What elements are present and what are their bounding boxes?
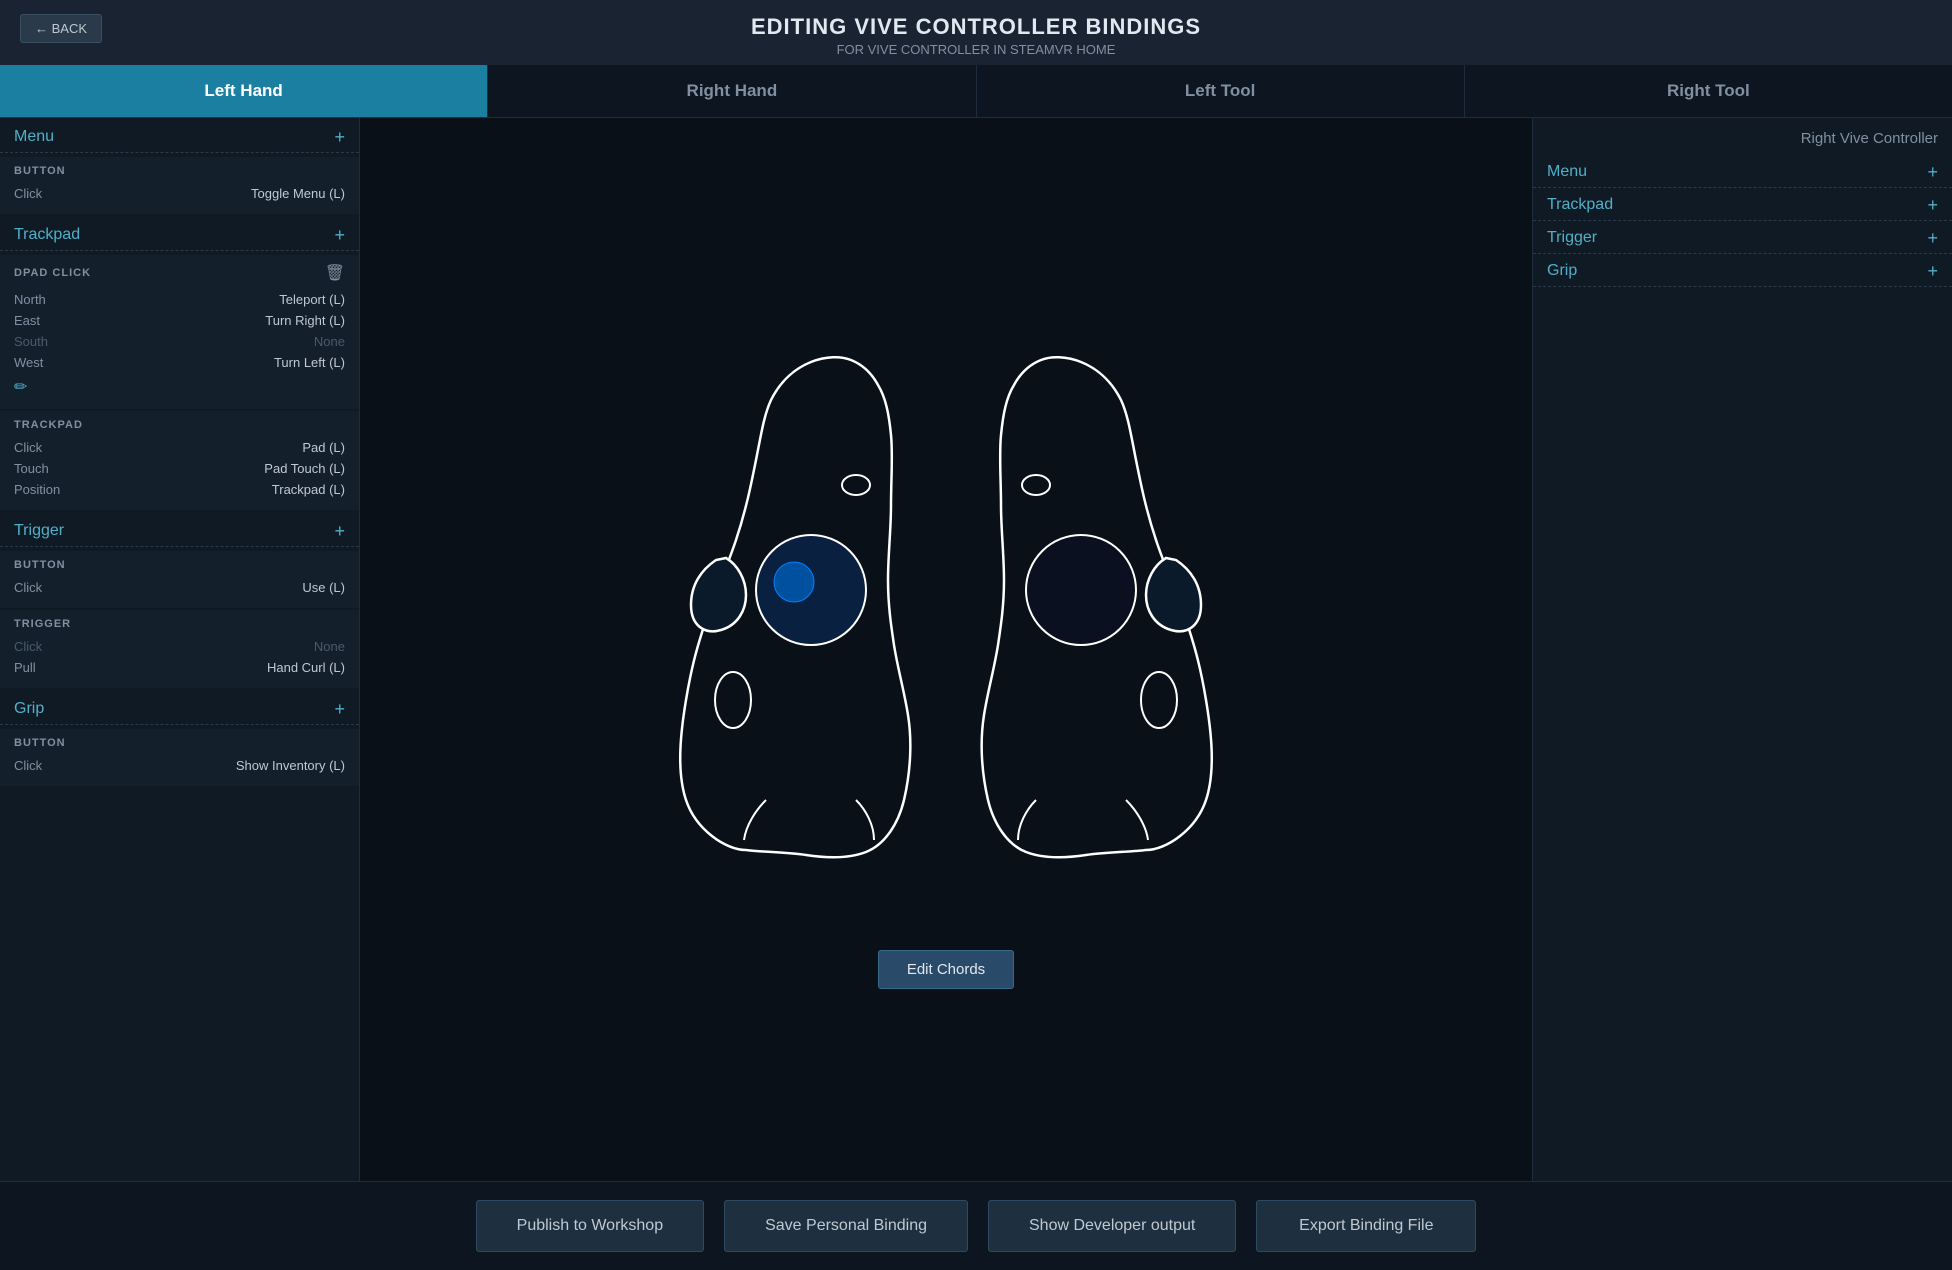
binding-value: Teleport (L) bbox=[279, 292, 345, 307]
grip-section-header: Grip + bbox=[0, 690, 359, 724]
controller-svg bbox=[626, 310, 1266, 930]
binding-value: Toggle Menu (L) bbox=[251, 186, 345, 201]
right-panel-title: Right Vive Controller bbox=[1533, 118, 1952, 155]
right-trigger-title: Trigger bbox=[1547, 229, 1597, 247]
table-row: North Teleport (L) bbox=[14, 289, 345, 310]
tab-right-tool[interactable]: Right Tool bbox=[1465, 65, 1952, 117]
footer: Publish to Workshop Save Personal Bindin… bbox=[0, 1181, 1952, 1270]
tab-left-tool[interactable]: Left Tool bbox=[977, 65, 1465, 117]
binding-value: None bbox=[314, 639, 345, 654]
grip-section-title: Grip bbox=[14, 700, 44, 718]
right-trigger-add-button[interactable]: + bbox=[1927, 229, 1938, 247]
tab-right-hand[interactable]: Right Hand bbox=[488, 65, 976, 117]
dpad-click-label: DPAD CLICK 🗑 bbox=[14, 263, 345, 283]
trigger-group: TRIGGER Click None Pull Hand Curl (L) bbox=[0, 610, 359, 688]
binding-value: Show Inventory (L) bbox=[236, 758, 345, 773]
right-menu-title: Menu bbox=[1547, 163, 1587, 181]
binding-value: Trackpad (L) bbox=[272, 482, 345, 497]
right-grip-add-button[interactable]: + bbox=[1927, 262, 1938, 280]
export-binding-file-button[interactable]: Export Binding File bbox=[1256, 1200, 1476, 1252]
back-button[interactable]: ← BACK bbox=[20, 14, 102, 43]
binding-key: Touch bbox=[14, 461, 49, 476]
trigger-section-header: Trigger + bbox=[0, 512, 359, 546]
binding-key: Pull bbox=[14, 660, 36, 675]
left-panel: Menu + BUTTON Click Toggle Menu (L) Trac… bbox=[0, 118, 360, 1181]
menu-section-header: Menu + bbox=[0, 118, 359, 152]
binding-key: West bbox=[14, 355, 43, 370]
right-grip-section: Grip + bbox=[1533, 254, 1952, 287]
grip-add-button[interactable]: + bbox=[334, 700, 345, 718]
edit-pencil-icon[interactable]: ✏ bbox=[14, 379, 27, 396]
show-developer-output-button[interactable]: Show Developer output bbox=[988, 1200, 1236, 1252]
page-header: ← BACK EDITING VIVE CONTROLLER BINDINGS … bbox=[0, 0, 1952, 65]
menu-button-group: BUTTON Click Toggle Menu (L) bbox=[0, 157, 359, 214]
binding-key: Click bbox=[14, 639, 42, 654]
right-menu-section: Menu + bbox=[1533, 155, 1952, 188]
right-menu-add-button[interactable]: + bbox=[1927, 163, 1938, 181]
menu-button-label: BUTTON bbox=[14, 165, 345, 177]
binding-key: Click bbox=[14, 758, 42, 773]
binding-value: Use (L) bbox=[302, 580, 345, 595]
binding-value: Pad (L) bbox=[302, 440, 345, 455]
grip-button-group: BUTTON Click Show Inventory (L) bbox=[0, 729, 359, 786]
grip-button-label: BUTTON bbox=[14, 737, 345, 749]
page-title: EDITING VIVE CONTROLLER BINDINGS bbox=[0, 14, 1952, 40]
right-trackpad-section: Trackpad + bbox=[1533, 188, 1952, 221]
binding-value: None bbox=[314, 334, 345, 349]
dpad-delete-button[interactable]: 🗑 bbox=[325, 263, 345, 283]
controller-image-container bbox=[626, 310, 1266, 930]
binding-key: Position bbox=[14, 482, 60, 497]
table-row: Click Pad (L) bbox=[14, 437, 345, 458]
binding-key: Click bbox=[14, 580, 42, 595]
trackpad-group: TRACKPAD Click Pad (L) Touch Pad Touch (… bbox=[0, 411, 359, 510]
tab-left-hand[interactable]: Left Hand bbox=[0, 65, 488, 117]
binding-key: North bbox=[14, 292, 46, 307]
table-row: Click Show Inventory (L) bbox=[14, 755, 345, 776]
binding-key: East bbox=[14, 313, 40, 328]
right-trackpad-title: Trackpad bbox=[1547, 196, 1613, 214]
table-row: Pull Hand Curl (L) bbox=[14, 657, 345, 678]
page-subtitle: FOR VIVE CONTROLLER IN STEAMVR HOME bbox=[0, 42, 1952, 57]
publish-workshop-button[interactable]: Publish to Workshop bbox=[476, 1200, 704, 1252]
binding-value: Turn Left (L) bbox=[274, 355, 345, 370]
binding-value: Hand Curl (L) bbox=[267, 660, 345, 675]
trigger-section-title: Trigger bbox=[14, 522, 64, 540]
right-grip-title: Grip bbox=[1547, 262, 1577, 280]
table-row: Click Use (L) bbox=[14, 577, 345, 598]
binding-value: Pad Touch (L) bbox=[264, 461, 345, 476]
trigger-button-label: BUTTON bbox=[14, 559, 345, 571]
binding-value: Turn Right (L) bbox=[265, 313, 345, 328]
table-row: Click Toggle Menu (L) bbox=[14, 183, 345, 204]
menu-section-title: Menu bbox=[14, 128, 54, 146]
table-row: West Turn Left (L) bbox=[14, 352, 345, 373]
binding-key: Click bbox=[14, 186, 42, 201]
right-trackpad-add-button[interactable]: + bbox=[1927, 196, 1938, 214]
menu-add-button[interactable]: + bbox=[334, 128, 345, 146]
trigger-button-group: BUTTON Click Use (L) bbox=[0, 551, 359, 608]
trackpad-section-header: Trackpad + bbox=[0, 216, 359, 250]
table-row: Click None bbox=[14, 636, 345, 657]
binding-key: Click bbox=[14, 440, 42, 455]
trackpad-section-title: Trackpad bbox=[14, 226, 80, 244]
table-row: Position Trackpad (L) bbox=[14, 479, 345, 500]
trigger-add-button[interactable]: + bbox=[334, 522, 345, 540]
dpad-click-group: DPAD CLICK 🗑 North Teleport (L) East Tur… bbox=[0, 255, 359, 409]
edit-icon-row: ✏ bbox=[14, 373, 345, 399]
right-trigger-section: Trigger + bbox=[1533, 221, 1952, 254]
table-row: East Turn Right (L) bbox=[14, 310, 345, 331]
table-row: South None bbox=[14, 331, 345, 352]
right-panel: Right Vive Controller Menu + Trackpad + … bbox=[1532, 118, 1952, 1181]
trackpad-add-button[interactable]: + bbox=[334, 226, 345, 244]
main-content: Menu + BUTTON Click Toggle Menu (L) Trac… bbox=[0, 118, 1952, 1181]
table-row: Touch Pad Touch (L) bbox=[14, 458, 345, 479]
save-personal-binding-button[interactable]: Save Personal Binding bbox=[724, 1200, 968, 1252]
edit-chords-button[interactable]: Edit Chords bbox=[878, 950, 1014, 989]
trigger-group-label: TRIGGER bbox=[14, 618, 345, 630]
binding-key: South bbox=[14, 334, 48, 349]
trackpad-group-label: TRACKPAD bbox=[14, 419, 345, 431]
tabs-row: Left Hand Right Hand Left Tool Right Too… bbox=[0, 65, 1952, 118]
center-panel: Edit Chords bbox=[360, 118, 1532, 1181]
